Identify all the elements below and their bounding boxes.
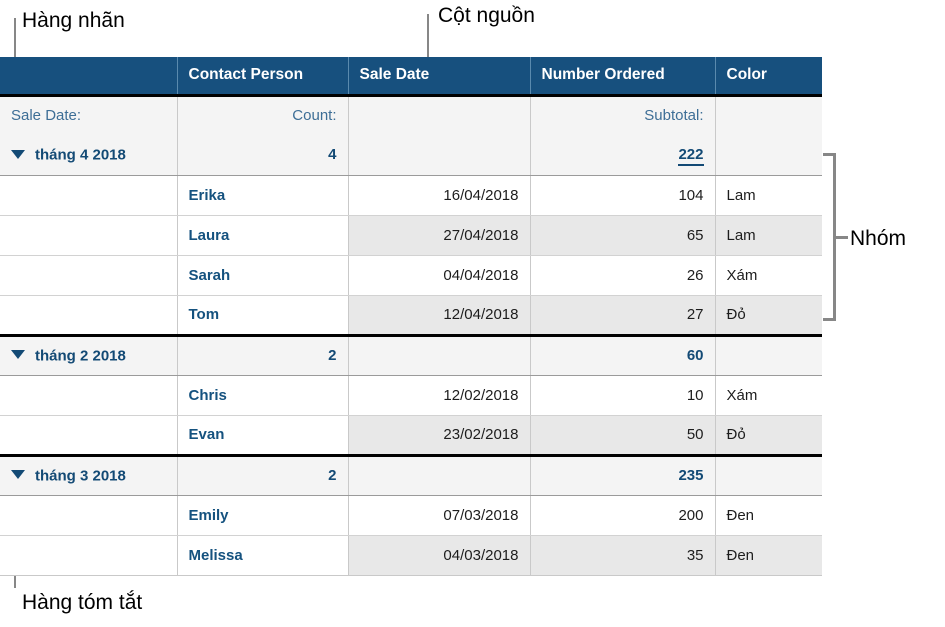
- table-row[interactable]: Evan 23/02/2018 50 Đỏ: [0, 415, 822, 457]
- group-count-cell[interactable]: 2: [177, 335, 349, 376]
- row-blank-cell[interactable]: [0, 255, 178, 296]
- label-row-sale-date[interactable]: [348, 95, 531, 135]
- callout-summary-row-text: Hàng tóm tắt: [22, 591, 143, 614]
- group-name-cell[interactable]: tháng 4 2018: [0, 135, 178, 176]
- row-number-ordered[interactable]: 10: [530, 375, 716, 416]
- label-row[interactable]: Sale Date: Count: Subtotal:: [0, 95, 822, 135]
- row-number-ordered[interactable]: 50: [530, 415, 716, 457]
- callout-source-column-line: [427, 14, 429, 59]
- callout-group-bracket-top: [823, 153, 836, 156]
- group-name-label: tháng 2 2018: [35, 347, 126, 365]
- row-sale-date[interactable]: 23/02/2018: [348, 415, 531, 457]
- label-row-color[interactable]: [715, 95, 822, 135]
- group-subtotal-cell[interactable]: 60: [530, 335, 716, 376]
- column-header-color[interactable]: Color: [715, 57, 822, 95]
- row-blank-cell[interactable]: [0, 175, 178, 216]
- row-blank-cell[interactable]: [0, 295, 178, 337]
- row-color[interactable]: Đen: [715, 535, 822, 576]
- row-sale-date[interactable]: 07/03/2018: [348, 495, 531, 536]
- group-color-cell[interactable]: [715, 335, 822, 376]
- row-number-ordered[interactable]: 104: [530, 175, 716, 216]
- group-summary-row[interactable]: tháng 2 2018 2 60: [0, 335, 822, 376]
- row-number-ordered[interactable]: 27: [530, 295, 716, 337]
- group-color-cell[interactable]: [715, 135, 822, 176]
- row-contact-person[interactable]: Tom: [177, 295, 349, 337]
- row-number-ordered[interactable]: 35: [530, 535, 716, 576]
- callout-group-text: Nhóm: [850, 227, 907, 250]
- row-blank-cell[interactable]: [0, 495, 178, 536]
- label-row-category[interactable]: Sale Date:: [0, 95, 178, 135]
- table-row[interactable]: Chris 12/02/2018 10 Xám: [0, 375, 822, 416]
- row-sale-date[interactable]: 27/04/2018: [348, 215, 531, 256]
- table-header-row: Contact Person Sale Date Number Ordered …: [0, 57, 822, 95]
- column-header-number-ordered[interactable]: Number Ordered: [530, 57, 716, 95]
- row-sale-date[interactable]: 04/03/2018: [348, 535, 531, 576]
- row-color[interactable]: Đỏ: [715, 415, 822, 457]
- row-sale-date[interactable]: 04/04/2018: [348, 255, 531, 296]
- row-contact-person[interactable]: Laura: [177, 215, 349, 256]
- row-color[interactable]: Xám: [715, 375, 822, 416]
- label-row-subtotal[interactable]: Subtotal:: [530, 95, 716, 135]
- row-blank-cell[interactable]: [0, 215, 178, 256]
- row-color[interactable]: Lam: [715, 215, 822, 256]
- row-blank-cell[interactable]: [0, 375, 178, 416]
- row-contact-person[interactable]: Evan: [177, 415, 349, 457]
- row-number-ordered[interactable]: 26: [530, 255, 716, 296]
- table-row[interactable]: Sarah 04/04/2018 26 Xám: [0, 255, 822, 296]
- row-number-ordered[interactable]: 65: [530, 215, 716, 256]
- row-color[interactable]: Đỏ: [715, 295, 822, 337]
- callout-group-bracket-stem: [836, 236, 848, 239]
- table-body: Sale Date: Count: Subtotal: tháng 4 2018…: [0, 95, 822, 576]
- callout-source-column-text: Cột nguồn: [438, 4, 535, 27]
- column-header-sale-date[interactable]: Sale Date: [348, 57, 531, 95]
- row-contact-person[interactable]: Erika: [177, 175, 349, 216]
- group-sale-date-cell[interactable]: [348, 135, 531, 176]
- row-blank-cell[interactable]: [0, 415, 178, 457]
- column-header-blank[interactable]: [0, 57, 178, 95]
- row-sale-date[interactable]: 12/02/2018: [348, 375, 531, 416]
- column-header-contact-person[interactable]: Contact Person: [177, 57, 349, 95]
- row-contact-person[interactable]: Chris: [177, 375, 349, 416]
- row-sale-date[interactable]: 12/04/2018: [348, 295, 531, 337]
- group-summary-row[interactable]: tháng 4 2018 4 222: [0, 135, 822, 176]
- group-color-cell[interactable]: [715, 455, 822, 496]
- table-row[interactable]: Emily 07/03/2018 200 Đen: [0, 495, 822, 536]
- callout-group-bracket-bottom: [823, 318, 836, 321]
- group-summary-row[interactable]: tháng 3 2018 2 235: [0, 455, 822, 496]
- row-number-ordered[interactable]: 200: [530, 495, 716, 536]
- row-blank-cell[interactable]: [0, 535, 178, 576]
- group-subtotal-cell[interactable]: 222: [530, 135, 716, 176]
- group-subtotal-cell[interactable]: 235: [530, 455, 716, 496]
- table-row[interactable]: Erika 16/04/2018 104 Lam: [0, 175, 822, 216]
- row-color[interactable]: Xám: [715, 255, 822, 296]
- table-row[interactable]: Melissa 04/03/2018 35 Đen: [0, 535, 822, 576]
- group-name-cell[interactable]: tháng 3 2018: [0, 455, 178, 496]
- table-row[interactable]: Laura 27/04/2018 65 Lam: [0, 215, 822, 256]
- row-contact-person[interactable]: Sarah: [177, 255, 349, 296]
- table-row[interactable]: Tom 12/04/2018 27 Đỏ: [0, 295, 822, 337]
- label-row-count[interactable]: Count:: [177, 95, 349, 135]
- group-name-label: tháng 3 2018: [35, 467, 126, 485]
- group-subtotal-value: 222: [678, 146, 704, 167]
- row-color[interactable]: Lam: [715, 175, 822, 216]
- group-count-cell[interactable]: 4: [177, 135, 349, 176]
- pivot-table[interactable]: Contact Person Sale Date Number Ordered …: [0, 57, 822, 576]
- row-sale-date[interactable]: 16/04/2018: [348, 175, 531, 216]
- row-contact-person[interactable]: Emily: [177, 495, 349, 536]
- chevron-down-icon[interactable]: [11, 149, 25, 159]
- callout-label-row-text: Hàng nhãn: [22, 9, 125, 32]
- group-sale-date-cell[interactable]: [348, 455, 531, 496]
- group-sale-date-cell[interactable]: [348, 335, 531, 376]
- chevron-down-icon[interactable]: [11, 470, 25, 480]
- group-count-cell[interactable]: 2: [177, 455, 349, 496]
- row-contact-person[interactable]: Melissa: [177, 535, 349, 576]
- chevron-down-icon[interactable]: [11, 350, 25, 360]
- row-color[interactable]: Đen: [715, 495, 822, 536]
- group-name-label: tháng 4 2018: [35, 146, 126, 164]
- group-name-cell[interactable]: tháng 2 2018: [0, 335, 178, 376]
